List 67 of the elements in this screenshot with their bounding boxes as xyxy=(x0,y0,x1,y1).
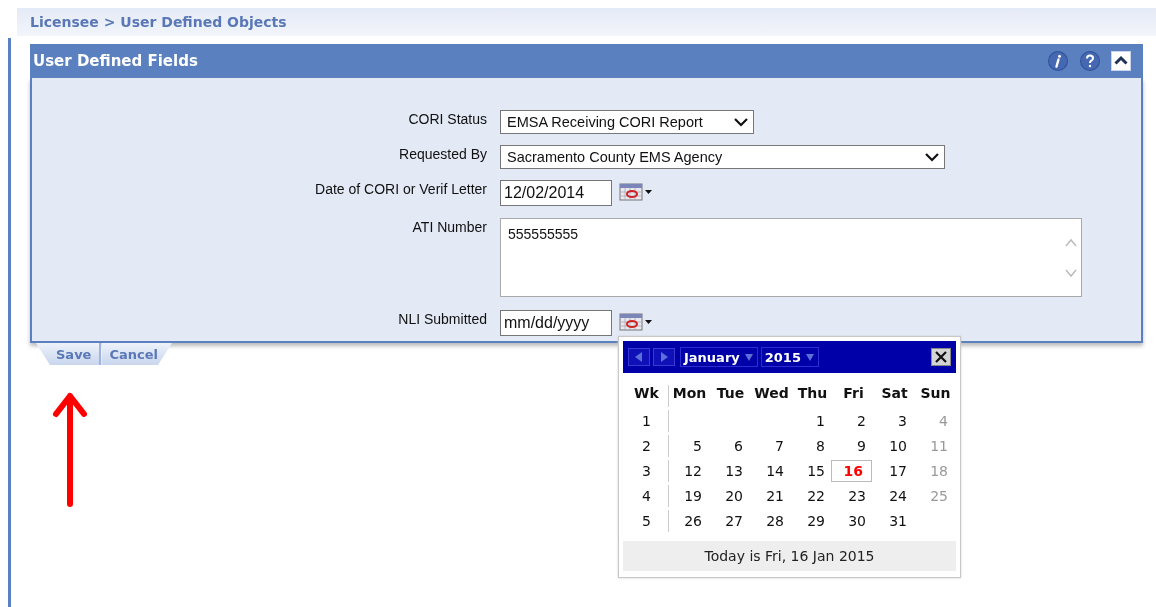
chevron-icon xyxy=(924,152,940,162)
calendar-day[interactable]: 19 xyxy=(669,485,710,507)
month-dropdown[interactable]: January xyxy=(680,347,758,367)
collapse-icon[interactable] xyxy=(1111,51,1131,71)
calendar-day[interactable]: 26 xyxy=(669,510,710,532)
year-dropdown[interactable]: 2015 xyxy=(760,347,819,367)
calendar-day[interactable]: 14 xyxy=(751,460,792,482)
calendar-day[interactable]: 28 xyxy=(751,510,792,532)
caret-icon xyxy=(804,352,815,362)
calendar-day[interactable]: 6 xyxy=(710,435,751,457)
calendar-day[interactable]: 15 xyxy=(792,460,833,482)
calendar-day[interactable]: 30 xyxy=(833,510,874,532)
weekday-header: Thu xyxy=(796,385,829,403)
calendar-day[interactable]: 1 xyxy=(792,410,833,432)
breadcrumb: Licensee > User Defined Objects xyxy=(30,14,287,30)
dropdown[interactable]: Sacramento County EMS Agency xyxy=(500,145,945,169)
calendar-day[interactable]: 24 xyxy=(874,485,915,507)
week-number: 4 xyxy=(625,485,669,507)
calendar-day[interactable]: 13 xyxy=(710,460,751,482)
dropdown[interactable]: EMSA Receiving CORI Report xyxy=(500,110,754,134)
calendar-day[interactable]: 29 xyxy=(792,510,833,532)
info-icon[interactable] xyxy=(1047,50,1069,72)
today-text: Today is Fri, 16 Jan 2015 xyxy=(704,548,875,564)
panel-title: User Defined Fields xyxy=(33,52,198,70)
calendar-day[interactable]: 5 xyxy=(669,435,710,457)
calendar-day[interactable]: 31 xyxy=(874,510,915,532)
calendar-day[interactable]: 12 xyxy=(669,460,710,482)
text-area[interactable]: 555555555 xyxy=(500,218,1082,297)
help-icon[interactable] xyxy=(1079,50,1101,72)
date-field[interactable]: 12/02/2014 xyxy=(500,180,612,206)
date-field[interactable]: mm/dd/yyyy xyxy=(500,310,612,336)
calendar-day[interactable]: 7 xyxy=(751,435,792,457)
calendar-day[interactable]: 23 xyxy=(833,485,874,507)
week-number: 5 xyxy=(625,510,669,532)
caret-icon xyxy=(743,352,754,362)
weekday-header: Sat xyxy=(880,385,909,403)
field-label: Date of CORI or Verif Letter xyxy=(314,180,487,199)
field-label: Requested By xyxy=(398,145,487,164)
calendar-day[interactable]: 8 xyxy=(792,435,833,457)
calendar-day[interactable]: 9 xyxy=(833,435,874,457)
close-icon[interactable] xyxy=(931,348,951,366)
weekday-header: Sun xyxy=(919,385,952,403)
previous-month-button[interactable] xyxy=(628,348,650,366)
calendar-day[interactable]: 17 xyxy=(874,460,915,482)
weekday-header: Fri xyxy=(842,385,865,403)
field-label: NLI Submitted xyxy=(397,310,487,329)
calendar-day[interactable]: 27 xyxy=(710,510,751,532)
field-label: ATI Number xyxy=(411,218,487,237)
calendar-day[interactable]: 22 xyxy=(792,485,833,507)
calendar-day[interactable]: 20 xyxy=(710,485,751,507)
week-number: 1 xyxy=(625,410,669,432)
calendar-day[interactable]: 21 xyxy=(751,485,792,507)
weekday-header: Tue xyxy=(715,385,746,403)
chevron-icon xyxy=(733,117,749,127)
calendar-day[interactable]: 3 xyxy=(874,410,915,432)
weekday-header: Wk xyxy=(625,385,669,407)
calendar-day[interactable]: 10 xyxy=(874,435,915,457)
calendar-day[interactable]: 16 xyxy=(831,460,872,482)
calendar-day[interactable]: 2 xyxy=(833,410,874,432)
calendar-icon[interactable] xyxy=(619,182,653,202)
week-number: 2 xyxy=(625,435,669,457)
next-month-button[interactable] xyxy=(653,348,675,366)
calendar-icon[interactable] xyxy=(619,312,653,332)
weekday-header: Wed xyxy=(753,385,790,403)
week-number: 3 xyxy=(625,460,669,482)
field-label: CORI Status xyxy=(407,110,487,129)
weekday-header: Mon xyxy=(671,385,708,403)
